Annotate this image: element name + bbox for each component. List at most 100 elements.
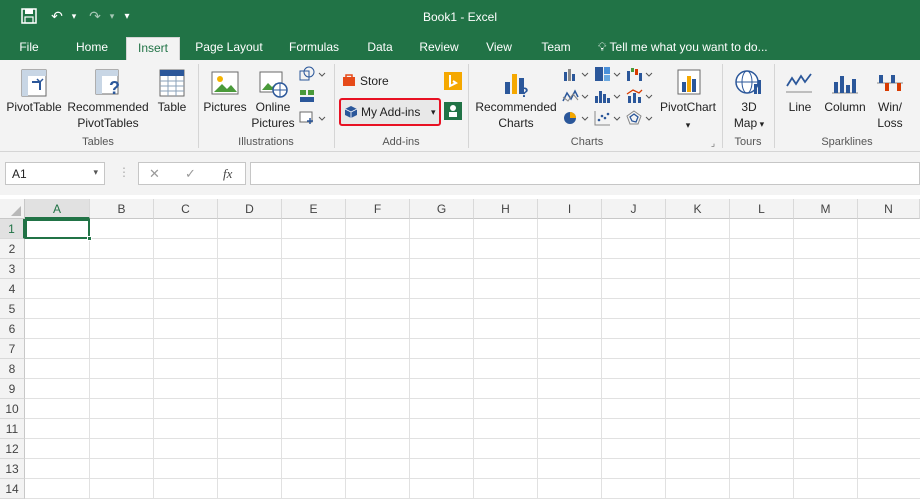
pivottable-button[interactable]: PivotTable (4, 66, 64, 132)
tab-file[interactable]: File (8, 34, 50, 60)
tab-team[interactable]: Team (534, 34, 578, 60)
people-graph-icon (444, 102, 462, 120)
tab-page-layout[interactable]: Page Layout (188, 34, 270, 60)
3d-map-label-2: Map ▾ (733, 116, 765, 130)
column-header[interactable]: D (218, 199, 282, 219)
tab-view[interactable]: View (478, 34, 520, 60)
column-header[interactable]: F (346, 199, 410, 219)
grid-hline (25, 338, 920, 339)
tab-home[interactable]: Home (68, 34, 116, 60)
row-header[interactable]: 2 (0, 239, 25, 259)
tell-me-box[interactable]: 💡︎ Tell me what you want to do... (598, 34, 768, 60)
online-label-2: Pictures (251, 116, 295, 130)
grid-hline (25, 258, 920, 259)
window-title: Book1 - Excel (422, 10, 498, 24)
sparkline-column-button[interactable]: Column (822, 66, 868, 132)
line-chart-button[interactable] (562, 86, 592, 106)
cancel-icon[interactable]: ✕ (149, 166, 160, 182)
charts-dialog-launcher-icon[interactable]: ⌟ (708, 136, 718, 148)
column-header[interactable]: H (474, 199, 538, 219)
sparkline-winloss-label-2: Loss (877, 116, 903, 130)
recommended-charts-button[interactable]: ? Recommended Charts (472, 66, 560, 132)
row-header[interactable]: 4 (0, 279, 25, 299)
row-header[interactable]: 14 (0, 479, 25, 499)
row-header[interactable]: 11 (0, 419, 25, 439)
online-pictures-button[interactable]: Online Pictures (250, 66, 296, 132)
waterfall-chart-icon (627, 68, 653, 81)
column-header[interactable]: J (602, 199, 666, 219)
bing-maps-button[interactable] (444, 72, 462, 90)
screenshot-button[interactable] (298, 108, 328, 128)
people-graph-button[interactable] (444, 102, 462, 120)
pivotchart-dropdown-icon: ▾ (685, 120, 691, 130)
table-button[interactable]: Table (152, 66, 192, 132)
column-header[interactable]: K (666, 199, 730, 219)
name-box[interactable]: A1 ▾ (5, 162, 105, 185)
column-header[interactable]: N (858, 199, 920, 219)
table-icon (159, 69, 185, 97)
formula-bar: A1 ▾ ⋮ ✕ ✓ fx (0, 152, 920, 195)
insert-function-icon[interactable]: fx (223, 166, 232, 182)
sparkline-winloss-button[interactable]: Win/ Loss (870, 66, 910, 132)
column-header[interactable]: M (794, 199, 858, 219)
tab-insert[interactable]: Insert (126, 37, 180, 60)
pie-chart-button[interactable] (562, 108, 592, 128)
radar-chart-button[interactable] (626, 108, 656, 128)
grid-hline (25, 298, 920, 299)
grid-hline (25, 378, 920, 379)
row-header[interactable]: 1 (0, 219, 25, 239)
combo-chart-button[interactable] (626, 86, 656, 106)
recommended-charts-icon: ? (505, 74, 529, 98)
row-header[interactable]: 13 (0, 459, 25, 479)
tours-group-label: Tours (734, 136, 762, 148)
fill-handle[interactable] (87, 236, 92, 241)
recommended-pivottables-button[interactable]: ? Recommended PivotTables (66, 66, 150, 132)
row-header[interactable]: 9 (0, 379, 25, 399)
smartart-button[interactable] (298, 86, 328, 106)
tab-data[interactable]: Data (360, 34, 400, 60)
recommended-charts-label-1: Recommended (475, 100, 557, 114)
column-header[interactable]: I (538, 199, 602, 219)
column-header[interactable]: A (25, 199, 90, 219)
column-header[interactable]: C (154, 199, 218, 219)
sparkline-line-button[interactable]: Line (780, 66, 820, 132)
column-header[interactable]: G (410, 199, 474, 219)
row-header[interactable]: 6 (0, 319, 25, 339)
column-chart-button[interactable] (562, 64, 592, 84)
enter-icon[interactable]: ✓ (185, 166, 196, 182)
row-header[interactable]: 10 (0, 399, 25, 419)
lightbulb-icon: 💡︎ (598, 40, 607, 54)
column-header[interactable]: E (282, 199, 346, 219)
tab-formulas[interactable]: Formulas (282, 34, 346, 60)
addins-icon (344, 106, 358, 118)
pivottable-label: PivotTable (6, 100, 62, 114)
name-box-dropdown-icon[interactable]: ▾ (93, 167, 98, 178)
formula-input[interactable] (250, 162, 920, 185)
scatter-chart-button[interactable] (594, 108, 624, 128)
active-cell[interactable] (25, 219, 90, 239)
globe-icon (735, 70, 761, 94)
3d-map-button[interactable]: 3D Map ▾ (726, 66, 772, 132)
row-header[interactable]: 7 (0, 339, 25, 359)
statistic-chart-button[interactable] (594, 86, 624, 106)
column-header[interactable]: B (90, 199, 154, 219)
select-all-corner[interactable] (0, 199, 25, 219)
grid-hline (25, 358, 920, 359)
pictures-button[interactable]: Pictures (202, 66, 248, 132)
row-header[interactable]: 3 (0, 259, 25, 279)
waterfall-chart-button[interactable] (626, 64, 656, 84)
shapes-button[interactable] (298, 64, 328, 84)
grid-vline (345, 219, 346, 499)
row-header[interactable]: 8 (0, 359, 25, 379)
row-header[interactable]: 12 (0, 439, 25, 459)
tab-review[interactable]: Review (414, 34, 464, 60)
grid-vline (473, 219, 474, 499)
addins-group-label: Add-ins (382, 136, 420, 148)
row-header[interactable]: 5 (0, 299, 25, 319)
pivotchart-button[interactable]: PivotChart ▾ (658, 66, 718, 132)
store-button[interactable]: Store (340, 71, 400, 91)
my-addins-button[interactable]: My Add-ins ▾ (339, 98, 441, 126)
column-header[interactable]: L (730, 199, 794, 219)
worksheet-grid: ABCDEFGHIJKLMN 1 2 3 4 5 6 7 8 9 10 11 12 13 14 (0, 195, 920, 499)
hierarchy-chart-button[interactable] (594, 64, 624, 84)
